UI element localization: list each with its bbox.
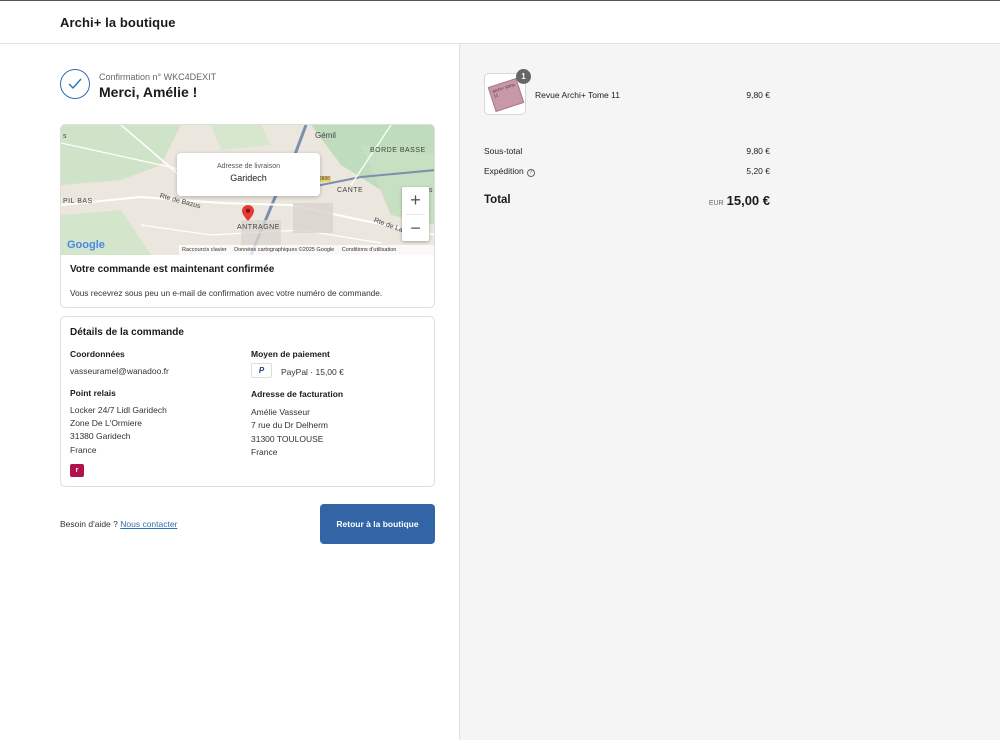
header: Archi+ la boutique: [0, 1, 1000, 44]
zoom-in-button[interactable]: +: [402, 187, 429, 214]
map-place-gemil: Gémil: [315, 131, 336, 140]
relay-line: Locker 24/7 Lidl Garidech: [70, 405, 167, 415]
order-details-card: Détails de la commande Coordonnées vasse…: [60, 316, 435, 487]
contact-link[interactable]: Nous contacter: [120, 519, 177, 529]
map-place-s-right: s: [429, 187, 433, 194]
total-currency: EUR: [708, 200, 724, 207]
product-name: Revue Archi+ Tome 11: [535, 90, 620, 100]
contact-email: vasseuramel@wanadoo.fr: [70, 366, 169, 376]
map-place-pil-bas: PIL BAS: [63, 198, 93, 205]
popup-label: Adresse de livraison: [216, 163, 281, 170]
zoom-out-button[interactable]: −: [402, 215, 429, 242]
billing-line: Amélie Vasseur: [251, 407, 310, 417]
subtotal-value: 9,80 €: [746, 146, 770, 156]
return-to-shop-button[interactable]: Retour à la boutique: [320, 504, 435, 544]
shipping-label: Expédition: [484, 166, 524, 176]
product-price: 9,80 €: [746, 90, 770, 100]
popup-value: Garidech: [230, 173, 267, 183]
confirmation-title: Merci, Amélie !: [99, 84, 198, 100]
order-confirmed-title: Votre commande est maintenant confirmée: [70, 264, 275, 275]
shipping-row-label: Expédition?: [484, 166, 535, 177]
keyboard-shortcuts-link[interactable]: Raccourcis clavier: [182, 247, 227, 253]
map-place-s-left: s: [63, 133, 67, 140]
billing-line: 7 rue du Dr Delherm: [251, 420, 329, 430]
order-confirmed-text: Vous recevrez sous peu un e-mail de conf…: [70, 288, 383, 298]
map-place-antragne: ANTRAGNE: [237, 224, 280, 231]
total-amount: EUR 15,00 €: [709, 192, 770, 210]
relay-heading: Point relais: [70, 388, 116, 398]
subtotal-label: Sous-total: [484, 146, 523, 156]
terms-link[interactable]: Conditions d'utilisation: [342, 247, 397, 253]
map-data-credit: Données cartographiques ©2025 Google: [234, 247, 335, 253]
help-label: Besoin d'aide ?: [60, 519, 118, 529]
info-icon[interactable]: ?: [526, 169, 535, 177]
payment-heading: Moyen de paiement: [251, 349, 330, 359]
map-place-borde-basse: BORDE BASSE: [370, 147, 426, 154]
paypal-icon: P: [251, 363, 272, 378]
store-name[interactable]: Archi+ la boutique: [60, 15, 176, 30]
total-label: Total: [484, 194, 511, 206]
billing-line: 31300 TOULOUSE: [251, 434, 324, 444]
quantity-badge: 1: [516, 69, 531, 84]
relay-line: 31380 Garidech: [70, 431, 131, 441]
relay-brand-icon: r: [70, 464, 84, 477]
billing-heading: Adresse de facturation: [251, 389, 344, 399]
map-footer: Raccourcis clavier Données cartographiqu…: [179, 245, 434, 255]
zoom-controls: + −: [402, 187, 429, 241]
payment-text: PayPal · 15,00 €: [281, 367, 344, 377]
help-text: Besoin d'aide ? Nous contacter: [60, 519, 177, 529]
map-card: Gémil BORDE BASSE CANTE PIL BAS Rte de B…: [60, 124, 435, 308]
delivery-address-popup: Adresse de livraison Garidech: [177, 153, 320, 196]
billing-line: France: [251, 447, 278, 457]
total-value: 15,00 €: [726, 193, 770, 208]
relay-line: Zone De L'Ormiere: [70, 418, 143, 428]
details-title: Détails de la commande: [70, 327, 184, 338]
check-icon: [60, 69, 90, 99]
google-logo[interactable]: Google: [67, 239, 105, 251]
confirmation-number: Confirmation n° WKC4DEXIT: [99, 72, 217, 82]
location-pin-icon: [242, 205, 254, 221]
map-place-cante: CANTE: [337, 187, 364, 194]
order-summary-pane: [459, 44, 1000, 740]
relay-line: France: [70, 445, 97, 455]
contact-heading: Coordonnées: [70, 349, 125, 359]
shipping-value: 5,20 €: [746, 166, 770, 176]
product-cover-image: archi+ tome 11: [487, 78, 525, 112]
delivery-map[interactable]: Gémil BORDE BASSE CANTE PIL BAS Rte de B…: [61, 125, 434, 255]
